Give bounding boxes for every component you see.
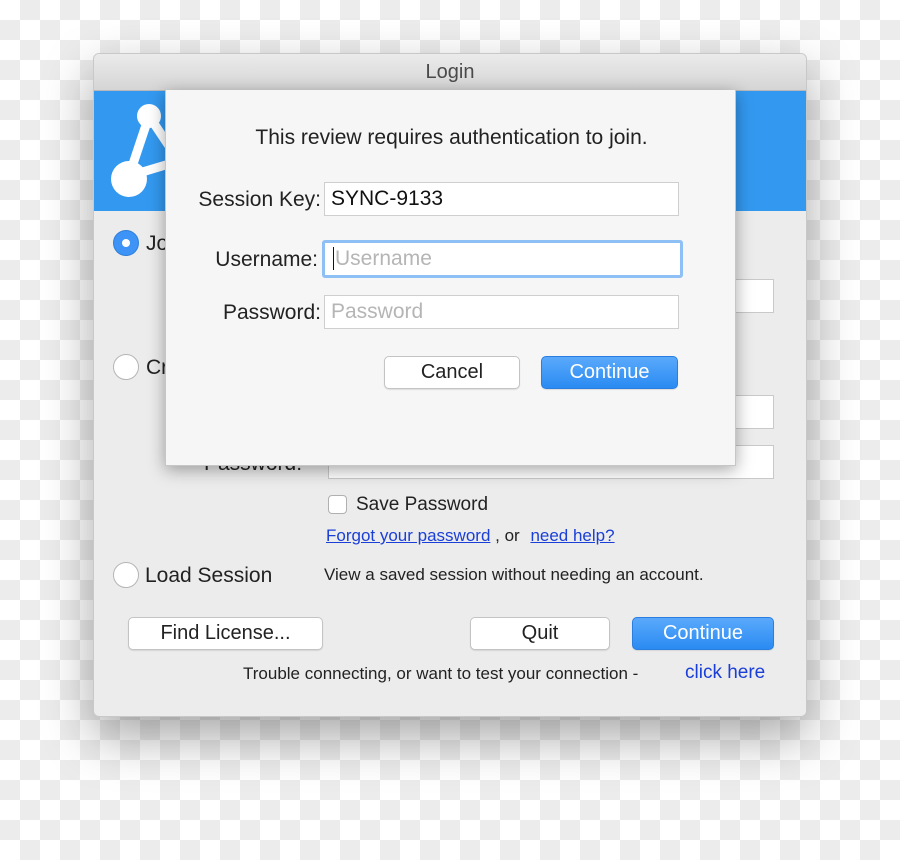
save-password-checkbox[interactable] bbox=[328, 495, 347, 514]
session-key-label: Session Key: bbox=[198, 188, 321, 211]
load-session-label: Load Session bbox=[145, 564, 273, 587]
password-field-sheet[interactable]: Password bbox=[324, 295, 679, 329]
auth-message: This review requires authentication to j… bbox=[255, 126, 648, 149]
save-password-label: Save Password bbox=[356, 494, 489, 515]
find-license-button[interactable]: Find License... bbox=[128, 617, 323, 650]
load-session-description: View a saved session without needing an … bbox=[324, 565, 704, 584]
need-help-link[interactable]: need help? bbox=[530, 526, 614, 545]
username-field[interactable]: Username bbox=[322, 240, 683, 278]
username-placeholder: Username bbox=[333, 247, 432, 270]
create-radio[interactable] bbox=[113, 354, 139, 380]
forgot-password-link[interactable]: Forgot your password bbox=[326, 526, 490, 545]
username-label: Username: bbox=[215, 248, 318, 271]
sheet-continue-button[interactable]: Continue bbox=[541, 356, 678, 389]
session-key-field[interactable]: SYNC-9133 bbox=[324, 182, 679, 216]
authentication-sheet: This review requires authentication to j… bbox=[165, 90, 736, 466]
click-here-link[interactable]: click here bbox=[685, 662, 765, 684]
window-title: Login bbox=[94, 54, 806, 91]
trouble-text: Trouble connecting, or want to test your… bbox=[243, 664, 639, 683]
continue-button[interactable]: Continue bbox=[632, 617, 774, 650]
join-radio[interactable] bbox=[113, 230, 139, 256]
password-label-sheet: Password: bbox=[222, 301, 321, 324]
quit-button[interactable]: Quit bbox=[470, 617, 610, 650]
or-text: , or bbox=[495, 526, 520, 545]
cancel-button[interactable]: Cancel bbox=[384, 356, 520, 389]
load-session-radio[interactable] bbox=[113, 562, 139, 588]
